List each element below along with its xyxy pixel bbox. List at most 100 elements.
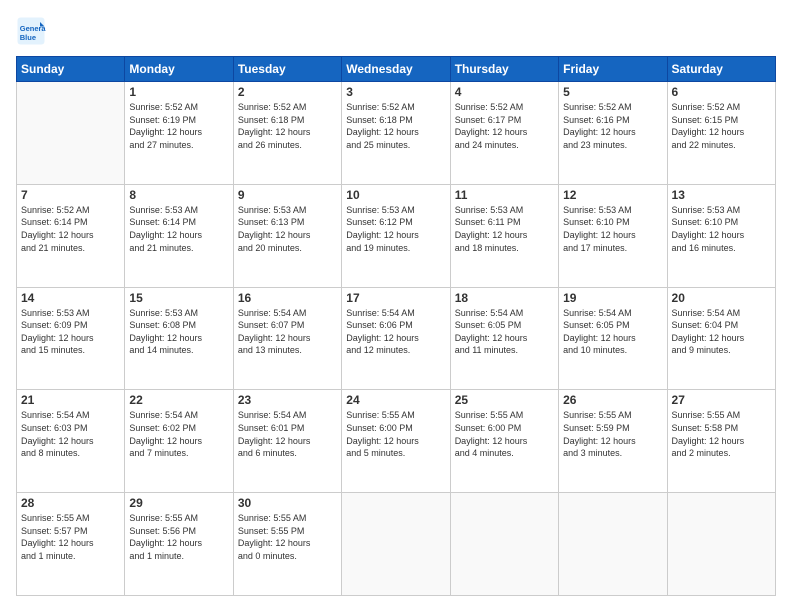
day-cell: 12 Sunrise: 5:53 AM Sunset: 6:10 PM Dayli… — [559, 184, 667, 287]
logo: General Blue — [16, 16, 50, 46]
day-number: 10 — [346, 188, 445, 202]
week-row-5: 28Sunrise: 5:55 AM Sunset: 5:57 PM Dayli… — [17, 493, 776, 596]
day-number: 17 — [346, 291, 445, 305]
day-info: Sunrise: 5:54 AM Sunset: 6:03 PM Dayligh… — [21, 409, 120, 459]
day-info: Sunrise: 5:53 AM Sunset: 6:10 PM Dayligh… — [563, 204, 662, 254]
day-number: 21 — [21, 393, 120, 407]
day-number: 26 — [563, 393, 662, 407]
day-info: Sunrise: 5:53 AM Sunset: 6:10 PM Dayligh… — [672, 204, 771, 254]
day-cell: 23 Sunrise: 5:54 AM Sunset: 6:01 PM Dayli… — [233, 390, 341, 493]
day-info: Sunrise: 5:53 AM Sunset: 6:08 PM Dayligh… — [129, 307, 228, 357]
day-info: Sunrise: 5:54 AM Sunset: 6:07 PM Dayligh… — [238, 307, 337, 357]
weekday-header-thursday: Thursday — [450, 57, 558, 82]
page: General Blue SundayMondayTuesdayWednesda… — [0, 0, 792, 612]
day-cell: 11 Sunrise: 5:53 AM Sunset: 6:11 PM Dayli… — [450, 184, 558, 287]
day-number: 14 — [21, 291, 120, 305]
day-number: 29 — [129, 496, 228, 510]
day-info: Sunrise: 5:53 AM Sunset: 6:13 PM Dayligh… — [238, 204, 337, 254]
day-cell: 16 Sunrise: 5:54 AM Sunset: 6:07 PM Dayli… — [233, 287, 341, 390]
weekday-header-wednesday: Wednesday — [342, 57, 450, 82]
week-row-4: 21 Sunrise: 5:54 AM Sunset: 6:03 PM Dayli… — [17, 390, 776, 493]
day-number: 23 — [238, 393, 337, 407]
day-cell: 25 Sunrise: 5:55 AM Sunset: 6:00 PM Dayli… — [450, 390, 558, 493]
weekday-header-saturday: Saturday — [667, 57, 775, 82]
day-info: Sunrise: 5:53 AM Sunset: 6:11 PM Dayligh… — [455, 204, 554, 254]
weekday-header-monday: Monday — [125, 57, 233, 82]
day-cell: 19 Sunrise: 5:54 AM Sunset: 6:05 PM Dayli… — [559, 287, 667, 390]
day-cell: 28Sunrise: 5:55 AM Sunset: 5:57 PM Dayli… — [17, 493, 125, 596]
day-number: 2 — [238, 85, 337, 99]
day-cell: 7Sunrise: 5:52 AM Sunset: 6:14 PM Daylig… — [17, 184, 125, 287]
day-cell — [667, 493, 775, 596]
day-number: 12 — [563, 188, 662, 202]
day-cell: 29Sunrise: 5:55 AM Sunset: 5:56 PM Dayli… — [125, 493, 233, 596]
day-cell — [17, 82, 125, 185]
day-number: 18 — [455, 291, 554, 305]
weekday-header-friday: Friday — [559, 57, 667, 82]
day-info: Sunrise: 5:52 AM Sunset: 6:15 PM Dayligh… — [672, 101, 771, 151]
day-cell: 27 Sunrise: 5:55 AM Sunset: 5:58 PM Dayli… — [667, 390, 775, 493]
day-cell: 13 Sunrise: 5:53 AM Sunset: 6:10 PM Dayli… — [667, 184, 775, 287]
header: General Blue — [16, 16, 776, 46]
day-info: Sunrise: 5:52 AM Sunset: 6:17 PM Dayligh… — [455, 101, 554, 151]
day-number: 24 — [346, 393, 445, 407]
day-number: 6 — [672, 85, 771, 99]
day-number: 16 — [238, 291, 337, 305]
day-info: Sunrise: 5:52 AM Sunset: 6:18 PM Dayligh… — [346, 101, 445, 151]
day-cell: 30 Sunrise: 5:55 AM Sunset: 5:55 PM Dayli… — [233, 493, 341, 596]
day-cell: 10 Sunrise: 5:53 AM Sunset: 6:12 PM Dayli… — [342, 184, 450, 287]
day-cell: 26Sunrise: 5:55 AM Sunset: 5:59 PM Dayli… — [559, 390, 667, 493]
logo-icon: General Blue — [16, 16, 46, 46]
day-info: Sunrise: 5:54 AM Sunset: 6:05 PM Dayligh… — [563, 307, 662, 357]
day-cell: 3 Sunrise: 5:52 AM Sunset: 6:18 PM Daylig… — [342, 82, 450, 185]
day-number: 11 — [455, 188, 554, 202]
day-cell: 17 Sunrise: 5:54 AM Sunset: 6:06 PM Dayli… — [342, 287, 450, 390]
day-number: 9 — [238, 188, 337, 202]
day-number: 13 — [672, 188, 771, 202]
day-cell — [559, 493, 667, 596]
day-number: 15 — [129, 291, 228, 305]
day-number: 5 — [563, 85, 662, 99]
day-cell: 15 Sunrise: 5:53 AM Sunset: 6:08 PM Dayli… — [125, 287, 233, 390]
day-number: 22 — [129, 393, 228, 407]
day-info: Sunrise: 5:52 AM Sunset: 6:19 PM Dayligh… — [129, 101, 228, 151]
weekday-header-sunday: Sunday — [17, 57, 125, 82]
day-info: Sunrise: 5:53 AM Sunset: 6:14 PM Dayligh… — [129, 204, 228, 254]
day-info: Sunrise: 5:54 AM Sunset: 6:05 PM Dayligh… — [455, 307, 554, 357]
day-info: Sunrise: 5:54 AM Sunset: 6:04 PM Dayligh… — [672, 307, 771, 357]
day-cell: 4 Sunrise: 5:52 AM Sunset: 6:17 PM Daylig… — [450, 82, 558, 185]
day-number: 4 — [455, 85, 554, 99]
day-info: Sunrise: 5:53 AM Sunset: 6:12 PM Dayligh… — [346, 204, 445, 254]
day-info: Sunrise: 5:52 AM Sunset: 6:14 PM Dayligh… — [21, 204, 120, 254]
day-number: 3 — [346, 85, 445, 99]
day-number: 8 — [129, 188, 228, 202]
day-cell: 2 Sunrise: 5:52 AM Sunset: 6:18 PM Daylig… — [233, 82, 341, 185]
day-cell: 8 Sunrise: 5:53 AM Sunset: 6:14 PM Daylig… — [125, 184, 233, 287]
svg-text:Blue: Blue — [20, 33, 36, 42]
day-info: Sunrise: 5:55 AM Sunset: 5:58 PM Dayligh… — [672, 409, 771, 459]
day-number: 25 — [455, 393, 554, 407]
day-number: 27 — [672, 393, 771, 407]
day-cell: 1 Sunrise: 5:52 AM Sunset: 6:19 PM Daylig… — [125, 82, 233, 185]
day-info: Sunrise: 5:55 AM Sunset: 6:00 PM Dayligh… — [346, 409, 445, 459]
day-info: Sunrise: 5:54 AM Sunset: 6:06 PM Dayligh… — [346, 307, 445, 357]
day-info: Sunrise: 5:55 AM Sunset: 6:00 PM Dayligh… — [455, 409, 554, 459]
day-info: Sunrise: 5:53 AM Sunset: 6:09 PM Dayligh… — [21, 307, 120, 357]
day-cell: 6 Sunrise: 5:52 AM Sunset: 6:15 PM Daylig… — [667, 82, 775, 185]
week-row-3: 14 Sunrise: 5:53 AM Sunset: 6:09 PM Dayli… — [17, 287, 776, 390]
day-info: Sunrise: 5:55 AM Sunset: 5:57 PM Dayligh… — [21, 512, 120, 562]
day-number: 19 — [563, 291, 662, 305]
weekday-header-tuesday: Tuesday — [233, 57, 341, 82]
day-info: Sunrise: 5:52 AM Sunset: 6:16 PM Dayligh… — [563, 101, 662, 151]
week-row-1: 1 Sunrise: 5:52 AM Sunset: 6:19 PM Daylig… — [17, 82, 776, 185]
day-info: Sunrise: 5:54 AM Sunset: 6:01 PM Dayligh… — [238, 409, 337, 459]
day-info: Sunrise: 5:54 AM Sunset: 6:02 PM Dayligh… — [129, 409, 228, 459]
calendar-table: SundayMondayTuesdayWednesdayThursdayFrid… — [16, 56, 776, 596]
day-number: 30 — [238, 496, 337, 510]
day-info: Sunrise: 5:52 AM Sunset: 6:18 PM Dayligh… — [238, 101, 337, 151]
day-cell: 18 Sunrise: 5:54 AM Sunset: 6:05 PM Dayli… — [450, 287, 558, 390]
week-row-2: 7Sunrise: 5:52 AM Sunset: 6:14 PM Daylig… — [17, 184, 776, 287]
day-number: 1 — [129, 85, 228, 99]
day-info: Sunrise: 5:55 AM Sunset: 5:55 PM Dayligh… — [238, 512, 337, 562]
day-cell: 9 Sunrise: 5:53 AM Sunset: 6:13 PM Daylig… — [233, 184, 341, 287]
